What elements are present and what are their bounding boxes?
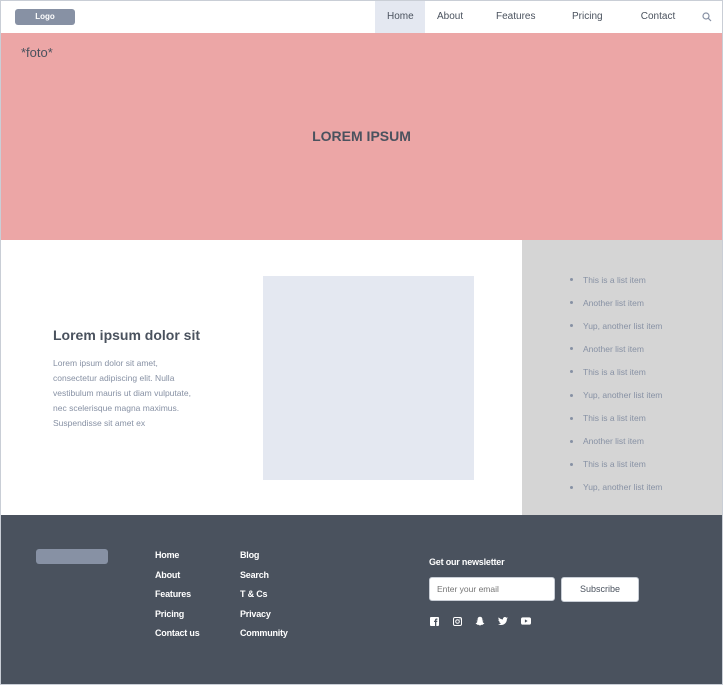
page-frame: Logo Home About Features Pricing Contact… (0, 0, 723, 685)
newsletter-email-input[interactable] (429, 577, 555, 601)
newsletter-label: Get our newsletter (429, 557, 505, 567)
list-item-text: Yup, another list item (583, 482, 663, 493)
hero-image-placeholder-label: *foto* (21, 45, 53, 60)
list-item: Another list item (570, 291, 662, 314)
nav-menu: Home About Features Pricing Contact us (375, 1, 722, 54)
hero-title: LOREM IPSUM (312, 128, 411, 144)
bullet-icon (570, 301, 573, 305)
list-item: Yup, another list item (570, 314, 662, 337)
bullet-icon (570, 439, 573, 443)
content-heading: Lorem ipsum dolor sit amet (53, 327, 203, 343)
snapchat-icon[interactable] (475, 616, 485, 626)
logo[interactable]: Logo (15, 9, 75, 25)
list-item: This is a list item (570, 407, 662, 430)
nav-item-pricing[interactable]: Pricing (560, 1, 614, 33)
footer-links-primary: Home About Features Pricing Contact us (155, 550, 200, 648)
social-links (429, 616, 544, 626)
content-image-placeholder (263, 276, 474, 480)
subscribe-button[interactable]: Subscribe (561, 577, 639, 602)
footer-link-search[interactable]: Search (240, 570, 288, 590)
footer-link-blog[interactable]: Blog (240, 550, 288, 570)
footer-link-features[interactable]: Features (155, 589, 200, 609)
list-item: Another list item (570, 430, 662, 453)
search-icon[interactable] (692, 1, 722, 33)
list-item: Yup, another list item (570, 476, 662, 499)
sidebar-list: This is a list item Another list item Yu… (570, 268, 662, 499)
footer-logo[interactable] (36, 549, 108, 564)
footer-link-about[interactable]: About (155, 570, 200, 590)
list-item-text: This is a list item (583, 459, 646, 470)
top-navbar: Logo Home About Features Pricing Contact… (1, 1, 722, 54)
twitter-icon[interactable] (498, 616, 508, 626)
footer: Home About Features Pricing Contact us B… (1, 515, 722, 684)
list-item-text: Yup, another list item (583, 390, 663, 401)
list-item-text: This is a list item (583, 274, 646, 285)
hero-banner: *foto* LOREM IPSUM (1, 33, 722, 240)
footer-link-home[interactable]: Home (155, 550, 200, 570)
bullet-icon (570, 347, 573, 351)
sidebar-list-panel: This is a list item Another list item Yu… (522, 240, 722, 515)
facebook-icon[interactable] (429, 616, 439, 626)
list-item-text: This is a list item (583, 366, 646, 377)
content-paragraph: Lorem ipsum dolor sit amet, consectetur … (53, 358, 191, 428)
bullet-icon (570, 324, 573, 328)
list-item: This is a list item (570, 268, 662, 291)
nav-item-home[interactable]: Home (375, 1, 425, 33)
footer-link-contact-us[interactable]: Contact us (155, 628, 200, 648)
nav-item-contact-us[interactable]: Contact us (624, 1, 692, 54)
bullet-icon (570, 462, 573, 466)
bullet-icon (570, 278, 573, 282)
footer-link-privacy[interactable]: Privacy (240, 609, 288, 629)
list-item-text: Another list item (583, 436, 644, 447)
nav-item-about[interactable]: About (425, 1, 474, 33)
list-item: Yup, another list item (570, 383, 662, 406)
bullet-icon (570, 393, 573, 397)
list-item: Another list item (570, 337, 662, 360)
footer-link-community[interactable]: Community (240, 628, 288, 648)
nav-item-features[interactable]: Features (484, 1, 544, 33)
footer-link-pricing[interactable]: Pricing (155, 609, 200, 629)
instagram-icon[interactable] (452, 616, 462, 626)
list-item: This is a list item (570, 360, 662, 383)
youtube-icon[interactable] (521, 616, 531, 626)
list-item-text: Another list item (583, 343, 644, 354)
bullet-icon (570, 370, 573, 374)
bullet-icon (570, 485, 573, 489)
list-item: This is a list item (570, 453, 662, 476)
bullet-icon (570, 416, 573, 420)
list-item-text: Yup, another list item (583, 320, 663, 331)
footer-links-secondary: Blog Search T & Cs Privacy Community (240, 550, 288, 648)
content-section: Lorem ipsum dolor sit amet Lorem ipsum d… (1, 240, 522, 515)
list-item-text: This is a list item (583, 413, 646, 424)
list-item-text: Another list item (583, 297, 644, 308)
footer-link-terms[interactable]: T & Cs (240, 589, 288, 609)
